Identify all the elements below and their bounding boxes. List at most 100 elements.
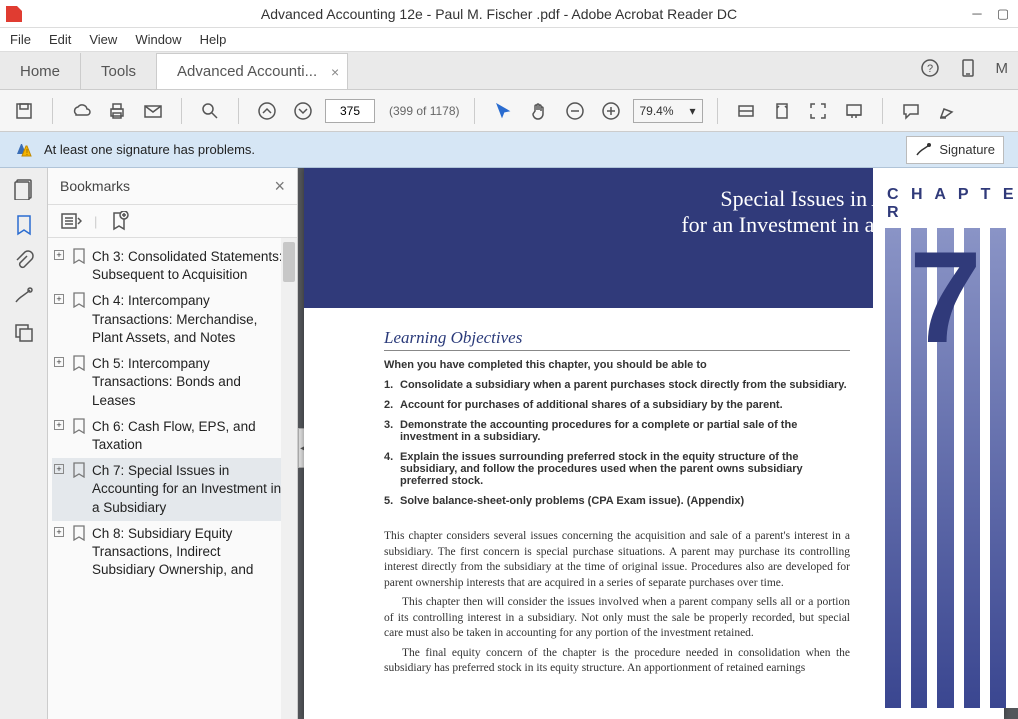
cloud-icon[interactable] [67, 97, 95, 125]
bookmark-item[interactable]: + Ch 7: Special Issues in Accounting for … [52, 458, 293, 521]
bookmark-label: Ch 7: Special Issues in Accounting for a… [92, 462, 285, 517]
mobile-icon[interactable] [958, 58, 978, 78]
bookmark-item[interactable]: + Ch 4: Intercompany Transactions: Mercha… [52, 288, 293, 351]
help-icon[interactable]: ? [920, 58, 940, 78]
fullscreen-icon[interactable] [804, 97, 832, 125]
zoom-value: 79.4% [640, 104, 674, 118]
layers-icon[interactable] [13, 322, 35, 344]
new-bookmark-icon[interactable] [109, 211, 129, 231]
svg-text:?: ? [926, 63, 932, 75]
signatures-rail-icon[interactable] [13, 286, 35, 308]
objective-text: Solve balance-sheet-only problems (CPA E… [400, 495, 744, 507]
comment-icon[interactable] [897, 97, 925, 125]
maximize-button[interactable]: ▢ [994, 5, 1012, 23]
zoom-select[interactable]: 79.4% ▾ [633, 99, 703, 123]
page-count-label: (399 of 1178) [389, 104, 460, 118]
bookmarks-icon[interactable] [13, 214, 35, 236]
page-number-input[interactable] [325, 99, 375, 123]
svg-text:!: ! [26, 148, 28, 157]
learning-objectives-intro: When you have completed this chapter, yo… [384, 359, 850, 371]
objective-text: Explain the issues surrounding preferred… [400, 451, 850, 487]
highlight-icon[interactable] [933, 97, 961, 125]
close-tab-icon[interactable]: × [331, 64, 339, 80]
read-mode-icon[interactable] [840, 97, 868, 125]
attachments-icon[interactable] [13, 250, 35, 272]
minimize-button[interactable]: ─ [968, 5, 986, 23]
bookmarks-scrollbar[interactable] [281, 238, 297, 719]
bookmark-item[interactable]: +Ch 3: Consolidated Statements: Subseque… [52, 244, 293, 288]
tab-home[interactable]: Home [0, 53, 81, 89]
bookmarks-panel: Bookmarks × | +Ch 3: Consolidated Statem… [48, 168, 298, 719]
objective-item: 4.Explain the issues surrounding preferr… [384, 451, 850, 487]
zoom-in-icon[interactable] [597, 97, 625, 125]
thumbnails-icon[interactable] [13, 178, 35, 200]
objective-number: 3. [384, 419, 400, 443]
objective-number: 1. [384, 379, 400, 391]
email-icon[interactable] [139, 97, 167, 125]
bookmark-label: Ch 8: Subsidiary Equity Transactions, In… [92, 525, 285, 580]
bookmark-glyph-icon [72, 248, 86, 264]
hand-tool-icon[interactable] [525, 97, 553, 125]
expand-icon[interactable]: + [54, 357, 64, 367]
expand-icon[interactable]: + [54, 527, 64, 537]
title-bar: Advanced Accounting 12e - Paul M. Fische… [0, 0, 1018, 28]
bookmarks-list: +Ch 3: Consolidated Statements: Subseque… [48, 238, 297, 719]
zoom-out-icon[interactable] [561, 97, 589, 125]
pen-icon [915, 141, 933, 159]
expand-icon[interactable]: + [54, 420, 64, 430]
objective-item: 3.Demonstrate the accounting procedures … [384, 419, 850, 443]
fit-page-icon[interactable] [768, 97, 796, 125]
objective-item: 1.Consolidate a subsidiary when a parent… [384, 379, 850, 391]
page-up-icon[interactable] [253, 97, 281, 125]
bookmark-label: Ch 6: Cash Flow, EPS, and Taxation [92, 418, 285, 454]
objective-text: Demonstrate the accounting procedures fo… [400, 419, 850, 443]
search-icon[interactable] [196, 97, 224, 125]
bookmark-item[interactable]: + Ch 8: Subsidiary Equity Transactions, I… [52, 521, 293, 584]
menu-edit[interactable]: Edit [49, 32, 71, 47]
more-label[interactable]: M [996, 60, 1009, 77]
chapter-number: 7 [909, 232, 981, 362]
chapter-word: C H A P T E R [873, 168, 1018, 228]
signature-warning-bar: ! At least one signature has problems. S… [0, 132, 1018, 168]
objective-item: 2.Account for purchases of additional sh… [384, 399, 850, 411]
objective-number: 2. [384, 399, 400, 411]
bookmark-options-icon[interactable] [60, 212, 82, 230]
learning-objectives-list: 1.Consolidate a subsidiary when a parent… [384, 379, 850, 507]
window-title: Advanced Accounting 12e - Paul M. Fische… [30, 6, 968, 22]
chevron-down-icon: ▾ [689, 104, 695, 118]
print-icon[interactable] [103, 97, 131, 125]
menu-window[interactable]: Window [135, 32, 181, 47]
bookmarks-title: Bookmarks [60, 178, 130, 194]
body-paragraph: This chapter then will consider the issu… [384, 595, 850, 642]
objective-number: 5. [384, 495, 400, 507]
bookmark-glyph-icon [72, 418, 86, 434]
bookmark-item[interactable]: +Ch 5: Intercompany Transactions: Bonds … [52, 351, 293, 414]
bookmark-label: Ch 4: Intercompany Transactions: Merchan… [92, 292, 285, 347]
chapter-body-text: This chapter considers several issues co… [384, 529, 850, 677]
document-area: ◀ Special Issues in Accounting for an In… [298, 168, 1018, 719]
tab-tools[interactable]: Tools [81, 53, 157, 89]
learning-objectives-heading: Learning Objectives [384, 328, 850, 351]
expand-icon[interactable]: + [54, 464, 64, 474]
tab-document[interactable]: Advanced Accounti... × [157, 53, 348, 89]
menu-file[interactable]: File [10, 32, 31, 47]
objective-number: 4. [384, 451, 400, 487]
menu-view[interactable]: View [89, 32, 117, 47]
objective-item: 5.Solve balance-sheet-only problems (CPA… [384, 495, 850, 507]
workspace: Bookmarks × | +Ch 3: Consolidated Statem… [0, 168, 1018, 719]
signature-panel-button[interactable]: Signature [906, 136, 1004, 164]
expand-icon[interactable]: + [54, 294, 64, 304]
tab-strip: Home Tools Advanced Accounti... × ? M [0, 52, 1018, 90]
page-down-icon[interactable] [289, 97, 317, 125]
body-paragraph: This chapter considers several issues co… [384, 529, 850, 591]
fit-width-icon[interactable] [732, 97, 760, 125]
menu-help[interactable]: Help [200, 32, 227, 47]
close-panel-icon[interactable]: × [274, 176, 285, 197]
bookmark-item[interactable]: + Ch 6: Cash Flow, EPS, and Taxation [52, 414, 293, 458]
expand-icon[interactable]: + [54, 250, 64, 260]
bookmark-glyph-icon [72, 292, 86, 308]
save-icon[interactable] [10, 97, 38, 125]
selection-arrow-icon[interactable] [489, 97, 517, 125]
menu-bar: File Edit View Window Help [0, 28, 1018, 52]
tab-document-label: Advanced Accounti... [177, 63, 317, 80]
